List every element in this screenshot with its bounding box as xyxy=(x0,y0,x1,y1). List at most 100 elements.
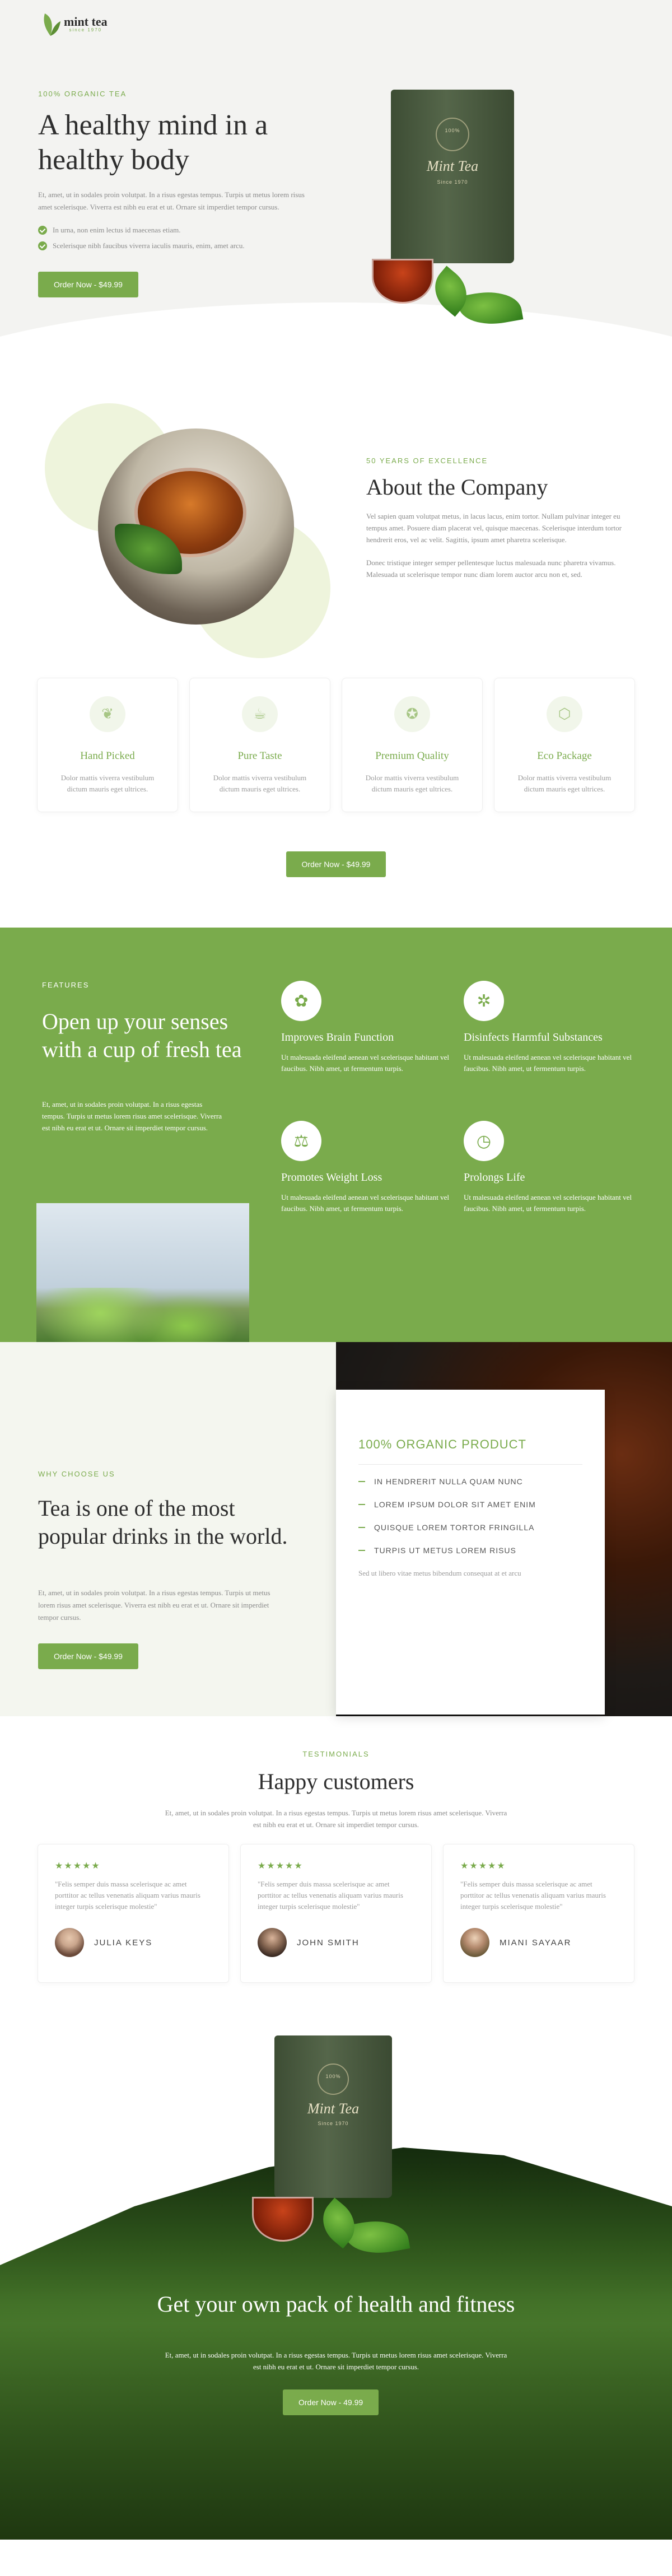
feature-title: Promotes Weight Loss xyxy=(281,1171,382,1184)
cta-order-button[interactable]: Order Now - 49.99 xyxy=(283,2389,379,2415)
star-rating-icon: ★★★★★ xyxy=(258,1860,304,1871)
testimonial-person: JOHN SMITH xyxy=(258,1928,414,1957)
feature-brain: ✿ Improves Brain Function Ut malesuada e… xyxy=(281,981,460,1074)
scale-icon: ⚖ xyxy=(281,1121,321,1161)
tea-cup-photo xyxy=(98,428,294,625)
hero-order-button[interactable]: Order Now - $49.99 xyxy=(38,272,138,297)
feature-disinfects: ✲ Disinfects Harmful Substances Ut males… xyxy=(464,981,643,1074)
brand-name: mint tea xyxy=(64,14,108,29)
feature-text: Ut malesuada eleifend aenean vel sceleri… xyxy=(464,1053,632,1073)
hero-title: A healthy mind in a healthy body xyxy=(38,109,268,176)
about-section: 50 YEARS OF EXCELLENCE About the Company… xyxy=(0,403,672,658)
testimonials-intro: Et, amet, ut in sodales proin volutpat. … xyxy=(165,1809,507,1829)
testimonial-card: ★★★★★ "Felis semper duis massa scelerisq… xyxy=(38,1844,229,1983)
feature-weight-loss: ⚖ Promotes Weight Loss Ut malesuada elei… xyxy=(281,1121,460,1214)
hero-curve xyxy=(0,302,672,403)
feature-prolongs-life: ◷ Prolongs Life Ut malesuada eleifend ae… xyxy=(464,1121,643,1214)
molecule-icon: ✲ xyxy=(464,981,504,1021)
feature-text: Ut malesuada eleifend aenean vel sceleri… xyxy=(281,1053,449,1073)
card-text: Dolor mattis viverra vestibulum dictum m… xyxy=(213,774,307,793)
brand-tagline: since 1970 xyxy=(69,27,102,32)
card-text: Dolor mattis viverra vestibulum dictum m… xyxy=(517,774,612,793)
testimonial-quote: "Felis semper duis massa scelerisque ac … xyxy=(258,1880,403,1911)
hero-text: Et, amet, ut in sodales proin volutpat. … xyxy=(38,190,305,211)
feature-title: Disinfects Harmful Substances xyxy=(464,1031,603,1044)
feature-title: Prolongs Life xyxy=(464,1171,525,1184)
about-eyebrow: 50 YEARS OF EXCELLENCE xyxy=(366,456,488,465)
brain-icon: ✿ xyxy=(281,981,321,1021)
testimonial-person: JULIA KEYS xyxy=(55,1928,212,1957)
avatar xyxy=(55,1928,84,1957)
box-icon: ⬡ xyxy=(547,696,582,732)
about-paragraph: Vel sapien quam volutpat metus, in lacus… xyxy=(366,512,622,544)
organic-card: 100% ORGANIC PRODUCT IN HENDRERIT NULLA … xyxy=(336,1390,605,1715)
product-badge: 100% xyxy=(325,2074,341,2079)
tea-bag: 100% Mint Tea Since 1970 xyxy=(391,90,514,263)
product-since: Since 1970 xyxy=(318,2121,349,2126)
testimonials-title: Happy customers xyxy=(258,1769,414,1794)
card-title: Eco Package xyxy=(537,750,592,762)
brand-logo[interactable]: mint tea since 1970 xyxy=(39,11,108,37)
list-item: In urna, non enim lectus id maecenas eti… xyxy=(38,226,329,235)
why-text: Et, amet, ut in sodales proin volutpat. … xyxy=(38,1589,270,1622)
feature-text: Ut malesuada eleifend aenean vel sceleri… xyxy=(281,1193,449,1213)
leaf-icon: ❦ xyxy=(90,696,125,732)
clock-icon: ◷ xyxy=(464,1121,504,1161)
about-title: About the Company xyxy=(366,474,548,500)
why-left: WHY CHOOSE US Tea is one of the most pop… xyxy=(0,1342,336,1716)
check-icon xyxy=(38,241,47,250)
why-eyebrow: WHY CHOOSE US xyxy=(38,1470,115,1478)
tea-cup xyxy=(372,259,433,304)
testimonial-card: ★★★★★ "Felis semper duis massa scelerisq… xyxy=(443,1844,634,1983)
avatar xyxy=(258,1928,287,1957)
hero-eyebrow: 100% ORGANIC TEA xyxy=(38,90,127,98)
tea-bag: 100% Mint Tea Since 1970 xyxy=(274,2035,392,2198)
feature-title: Improves Brain Function xyxy=(281,1031,394,1044)
card-pure-taste: ☕ Pure Taste Dolor mattis viverra vestib… xyxy=(189,678,330,812)
list-item: TURPIS UT METUS LOREM RISUS xyxy=(358,1546,582,1555)
why-section: WHY CHOOSE US Tea is one of the most pop… xyxy=(0,1342,672,1716)
product-since: Since 1970 xyxy=(437,179,468,185)
card-text: Dolor mattis viverra vestibulum dictum m… xyxy=(60,774,155,793)
check-icon xyxy=(38,226,47,235)
benefits-cards: ❦ Hand Picked Dolor mattis viverra vesti… xyxy=(0,678,672,812)
features-text: Et, amet, ut in sodales proin volutpat. … xyxy=(42,1100,222,1132)
testimonial-card: ★★★★★ "Felis semper duis massa scelerisq… xyxy=(240,1844,432,1983)
product-name: Mint Tea xyxy=(307,2100,360,2117)
list-item: IN HENDRERIT NULLA QUAM NUNC xyxy=(358,1477,582,1486)
card-premium-quality: ✪ Premium Quality Dolor mattis viverra v… xyxy=(342,678,483,812)
card-title: Premium Quality xyxy=(375,750,449,762)
features-section: FEATURES Open up your senses with a cup … xyxy=(0,928,672,1415)
list-item: Scelerisque nibh faucibus viverra iaculi… xyxy=(38,241,329,250)
product-badge: 100% xyxy=(445,128,460,133)
award-icon: ✪ xyxy=(394,696,430,732)
person-name: JOHN SMITH xyxy=(297,1937,360,1948)
testimonial-quote: "Felis semper duis massa scelerisque ac … xyxy=(460,1880,606,1911)
teapot-photo: 100% ORGANIC PRODUCT IN HENDRERIT NULLA … xyxy=(336,1342,672,1716)
cta-text: Et, amet, ut in sodales proin volutpat. … xyxy=(165,2351,507,2371)
person-name: MIANI SAYAAR xyxy=(500,1937,572,1948)
crest-icon xyxy=(436,118,469,151)
features-title: Open up your senses with a cup of fresh … xyxy=(42,1009,242,1062)
testimonial-person: MIANI SAYAAR xyxy=(460,1928,617,1957)
card-hand-picked: ❦ Hand Picked Dolor mattis viverra vesti… xyxy=(37,678,178,812)
check-text: Scelerisque nibh faucibus viverra iaculi… xyxy=(53,241,245,250)
hero-checklist: In urna, non enim lectus id maecenas eti… xyxy=(38,226,329,250)
card-eco-package: ⬡ Eco Package Dolor mattis viverra vesti… xyxy=(494,678,635,812)
feature-text: Ut malesuada eleifend aenean vel sceleri… xyxy=(464,1193,632,1213)
cta-title: Get your own pack of health and fitness xyxy=(157,2291,515,2317)
product-name: Mint Tea xyxy=(426,158,479,174)
leaf-logo-icon xyxy=(44,13,60,36)
crest-icon xyxy=(318,2063,349,2095)
person-name: JULIA KEYS xyxy=(94,1937,153,1948)
cards-order-button[interactable]: Order Now - $49.99 xyxy=(286,851,386,877)
list-item: QUISQUE LOREM TORTOR FRINGILLA xyxy=(358,1523,582,1532)
testimonials-section: TESTIMONIALS Happy customers Et, amet, u… xyxy=(0,1716,672,2035)
star-rating-icon: ★★★★★ xyxy=(55,1860,101,1871)
card-title: Hand Picked xyxy=(80,750,135,762)
testimonial-cards: ★★★★★ "Felis semper duis massa scelerisq… xyxy=(0,1844,672,1983)
card-text: Dolor mattis viverra vestibulum dictum m… xyxy=(365,774,459,793)
why-order-button[interactable]: Order Now - $49.99 xyxy=(38,1643,138,1669)
list-item: LOREM IPSUM DOLOR SIT AMET ENIM xyxy=(358,1500,582,1509)
cta-section: 100% Mint Tea Since 1970 Get your own pa… xyxy=(0,2035,672,2540)
